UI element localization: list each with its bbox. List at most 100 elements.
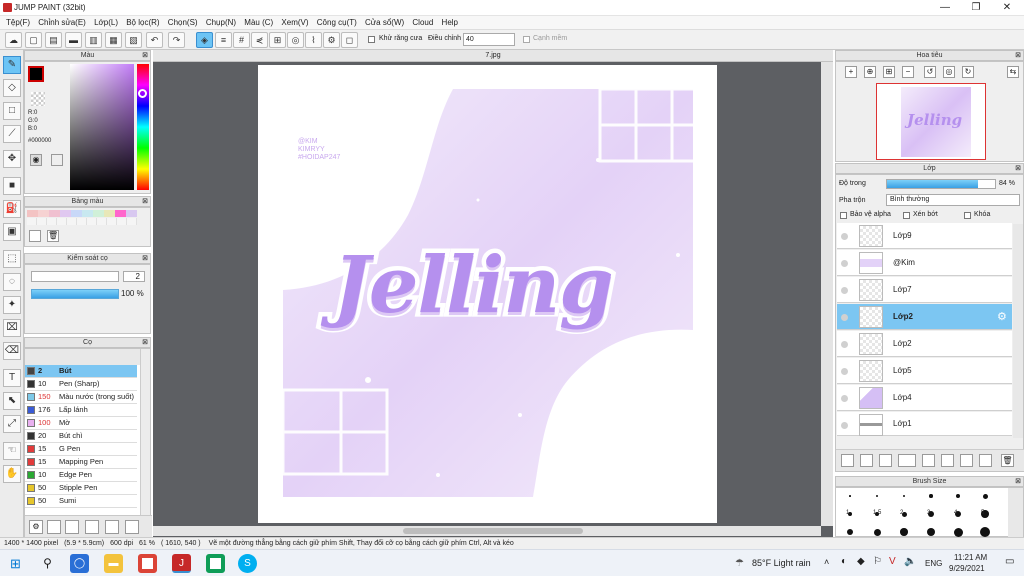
canvas-area[interactable]: 7.jpg Jelling @KIM KIMRYY #HOIDAP247: [153, 50, 833, 540]
rotate-reset-icon[interactable]: ◎: [943, 66, 955, 78]
zoom-in-icon[interactable]: +: [845, 66, 857, 78]
layer-type-dropdown[interactable]: [898, 454, 916, 467]
brush-doc-icon[interactable]: [85, 520, 99, 534]
zoom-fit-icon[interactable]: ⊕: [864, 66, 876, 78]
brush-size-value[interactable]: 2: [123, 271, 145, 282]
zoom-actual-icon[interactable]: ⊞: [883, 66, 895, 78]
canvas-hscroll-thumb[interactable]: [403, 528, 583, 534]
adjust-input[interactable]: 40: [463, 33, 515, 46]
text-tool-icon[interactable]: T: [3, 369, 21, 387]
symmetry-icon[interactable]: ◻: [341, 32, 358, 48]
brush-size-dot[interactable]: [956, 494, 960, 498]
windows-start-icon[interactable]: ⊞: [6, 554, 25, 573]
background-color-swatch[interactable]: [31, 92, 45, 106]
file-explorer-icon[interactable]: ▬: [104, 554, 123, 573]
chrome-profile-icon[interactable]: [206, 554, 225, 573]
brush-size-dot[interactable]: [953, 527, 963, 537]
menu-edit[interactable]: Chỉnh sửa(E): [38, 16, 86, 30]
layer-row[interactable]: Lớp9: [837, 223, 1012, 249]
brush-size-slider[interactable]: [31, 271, 119, 282]
close-icon[interactable]: ⊠: [142, 51, 148, 60]
vpn-icon[interactable]: V: [889, 556, 896, 567]
menu-window[interactable]: Cửa sổ(W): [365, 16, 404, 30]
redo-icon[interactable]: ↷: [168, 32, 185, 48]
new-halftone-layer-icon[interactable]: [860, 454, 873, 467]
visibility-icon[interactable]: [841, 341, 848, 348]
rotate-left-icon[interactable]: ↺: [924, 66, 936, 78]
hue-slider[interactable]: [137, 64, 149, 190]
visibility-icon[interactable]: [841, 233, 848, 240]
canvas-tab[interactable]: 7.jpg: [153, 50, 833, 62]
palette-swatches[interactable]: [27, 210, 137, 217]
new-raster-layer-icon[interactable]: [879, 454, 892, 467]
blend-mode-select[interactable]: Bình thường: [886, 194, 1020, 206]
brush-size-dot[interactable]: [846, 528, 854, 536]
select-eraser-icon[interactable]: ⌫: [3, 342, 21, 360]
brush-item[interactable]: 20 Bút chì: [25, 430, 137, 443]
tray-app3-icon[interactable]: ⚐: [873, 556, 882, 567]
delete-layer-icon[interactable]: 🗑: [1001, 454, 1014, 467]
brush-item[interactable]: 50 Stipple Pen: [25, 482, 137, 495]
hand-tool-icon[interactable]: ☜: [3, 442, 21, 460]
brush-item[interactable]: 50 Sumi: [25, 495, 137, 508]
eyedropper-icon[interactable]: ⤢: [3, 415, 21, 433]
export-icon[interactable]: ▦: [105, 32, 122, 48]
layer-row[interactable]: Lớp1: [837, 412, 1012, 436]
menu-filter[interactable]: Bộ lọc(R): [126, 16, 159, 30]
brush-item[interactable]: 15 Mapping Pen: [25, 456, 137, 469]
soft-edge-checkbox[interactable]: [523, 36, 530, 43]
menu-color[interactable]: Màu (C): [244, 16, 273, 30]
visibility-icon[interactable]: [841, 314, 848, 321]
save-icon[interactable]: ▬: [65, 32, 82, 48]
close-icon[interactable]: ⊠: [1015, 164, 1021, 173]
clip-checkbox[interactable]: [903, 212, 910, 219]
hue-handle[interactable]: [138, 89, 147, 98]
layer-row[interactable]: Lớp5: [837, 358, 1012, 384]
rotate-right-icon[interactable]: ↻: [962, 66, 974, 78]
brush-copy-icon[interactable]: [65, 520, 79, 534]
menu-tools[interactable]: Công cụ(T): [317, 16, 357, 30]
document-icon[interactable]: ▥: [85, 32, 102, 48]
language-indicator[interactable]: ENG: [925, 559, 942, 568]
brush-item[interactable]: 10 Edge Pen: [25, 469, 137, 482]
brush-item[interactable]: 150 Màu nước (trong suốt): [25, 391, 137, 404]
maximize-button[interactable]: ❐: [961, 1, 991, 15]
flip-icon[interactable]: ⇆: [1007, 66, 1019, 78]
menu-file[interactable]: Tệp(F): [6, 16, 30, 30]
artwork-canvas[interactable]: Jelling @KIM KIMRYY #HOIDAP247: [258, 65, 717, 523]
ruler-icon[interactable]: ⊞: [269, 32, 286, 48]
close-icon[interactable]: ⊠: [1015, 477, 1021, 486]
menu-capture[interactable]: Chụp(N): [206, 16, 236, 30]
brush-size-scrollbar[interactable]: [1008, 488, 1023, 538]
move-tool-icon[interactable]: ✥: [3, 150, 21, 168]
dell-icon[interactable]: ◯: [70, 554, 89, 573]
brush-item[interactable]: 10 Pen (Sharp): [25, 378, 137, 391]
lasso-tool-icon[interactable]: ◌: [3, 273, 21, 291]
pen-tool-icon[interactable]: ✎: [3, 56, 21, 74]
weather-icon[interactable]: ☂: [730, 554, 749, 573]
layer-folder-icon[interactable]: [922, 454, 935, 467]
new-layer-icon[interactable]: [841, 454, 854, 467]
palette-swatches-row2[interactable]: [27, 218, 137, 225]
brush-folder-icon[interactable]: [105, 520, 119, 534]
layer-row-selected[interactable]: Lớp2 ⚙: [837, 304, 1012, 330]
merge-down-icon[interactable]: [960, 454, 973, 467]
layer-opacity-slider[interactable]: [886, 179, 996, 189]
brush-size-dot[interactable]: [876, 495, 878, 497]
brush-size-dot[interactable]: [902, 494, 906, 498]
visibility-icon[interactable]: [841, 368, 848, 375]
curve-icon[interactable]: ⌇: [305, 32, 322, 48]
weather-text[interactable]: 85°F Light rain: [752, 558, 811, 568]
speaker-icon[interactable]: 🔈: [904, 556, 916, 567]
brush-item[interactable]: 2 Bút: [25, 365, 137, 378]
brush-list-scrollbar[interactable]: [140, 349, 150, 515]
shape-tool-icon[interactable]: □: [3, 102, 21, 120]
minimize-button[interactable]: —: [930, 1, 960, 15]
visibility-icon[interactable]: [841, 287, 848, 294]
close-button[interactable]: ✕: [992, 1, 1022, 15]
select-rect-icon[interactable]: ⬚: [3, 250, 21, 268]
brush-size-dot[interactable]: [926, 527, 936, 537]
close-icon[interactable]: ⊠: [142, 197, 148, 206]
layer-row[interactable]: Lớp2: [837, 331, 1012, 357]
hatch-icon[interactable]: ≡: [215, 32, 232, 48]
